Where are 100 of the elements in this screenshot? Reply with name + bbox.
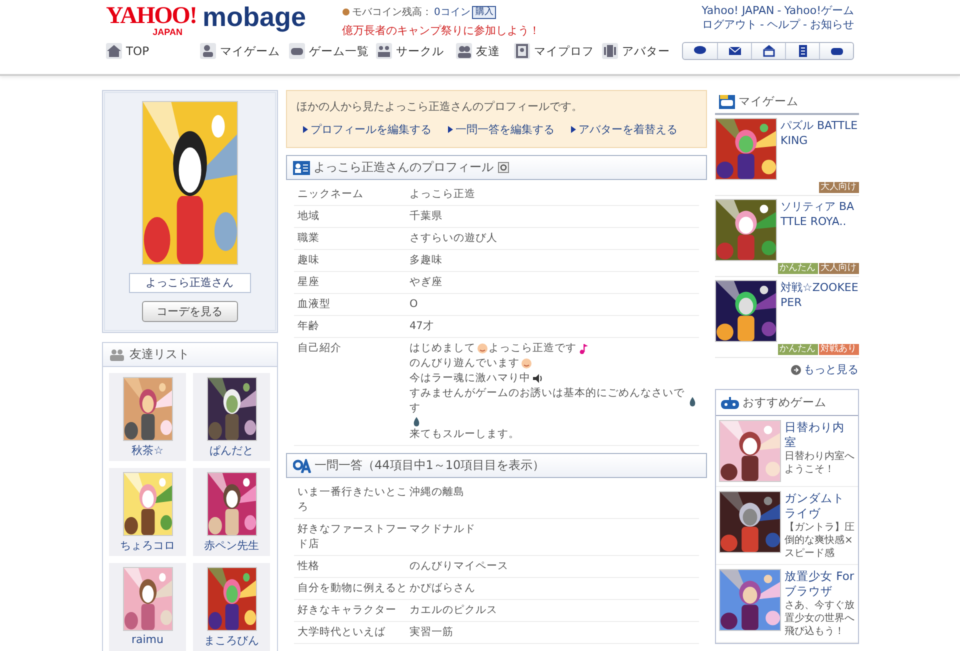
field-label: 職業 bbox=[298, 231, 320, 246]
game-tag: 大人向け bbox=[818, 263, 858, 274]
header-link[interactable]: お知らせ bbox=[810, 18, 854, 32]
field-value: 千葉県 bbox=[410, 209, 444, 224]
question-label: 大学時代といえば bbox=[298, 625, 386, 640]
section-title: 一問一答（44項目中1～10項目目を表示） bbox=[314, 457, 545, 474]
game-description: 【ガントラ】圧倒的な爽快感×スピード感 bbox=[784, 521, 854, 560]
nav-link[interactable]: 友達 bbox=[456, 43, 514, 59]
campaign-link[interactable]: 億万長者のキャンプ祭りに参加しよう！ bbox=[342, 23, 702, 38]
notice-text: ほかの人から見たよっこら正造さんのプロフィールです。 bbox=[296, 99, 584, 114]
game-title-link[interactable]: 日替わり内室 bbox=[784, 420, 854, 450]
smiley-icon bbox=[476, 343, 488, 354]
intro-text: のんびり遊んでいます bbox=[410, 356, 520, 371]
edit-link[interactable]: アバターを着替える bbox=[570, 122, 678, 137]
question-label: 自分を動物に例えると bbox=[298, 581, 408, 596]
friend-card[interactable]: まころびん bbox=[193, 563, 270, 651]
game-tag: 大人向け bbox=[818, 182, 858, 193]
intro-text: すみませんがゲームのお誘いは基本的にごめんなさいです bbox=[410, 386, 686, 416]
triangle-icon bbox=[570, 126, 576, 133]
game-description: さあ、今すぐ放置少女の世界へ飛び込もう！ bbox=[784, 599, 854, 638]
header-link[interactable]: ヘルプ bbox=[767, 18, 800, 32]
nav-link[interactable]: マイゲーム bbox=[200, 43, 289, 59]
game-description: 日替わり内室へようこそ！ bbox=[784, 450, 854, 476]
answer-value: 沖縄の離島 bbox=[410, 485, 466, 500]
panel-title: おすすめゲーム bbox=[742, 395, 826, 410]
qa-icon bbox=[292, 458, 310, 472]
friend-card[interactable]: ぱんだと bbox=[193, 373, 270, 461]
smiley-icon bbox=[520, 358, 532, 369]
section-title: よっこら正造さんのプロフィール bbox=[314, 159, 494, 176]
profile-card-icon bbox=[292, 160, 310, 174]
field-value: O bbox=[410, 297, 419, 312]
header-link[interactable]: Yahoo!ゲーム bbox=[784, 4, 854, 18]
game-title-link[interactable]: ガンダムトライヴ bbox=[784, 491, 854, 521]
game-title-link[interactable]: 対戦☆ZOOKEEPER bbox=[780, 280, 858, 342]
intro-text: はじめまして bbox=[410, 341, 476, 356]
question-label: 好きなファーストフード店 bbox=[298, 522, 408, 552]
field-label: 年齢 bbox=[298, 319, 320, 334]
nav-link[interactable]: ゲーム一覧 bbox=[289, 43, 376, 59]
field-label: 趣味 bbox=[298, 253, 320, 268]
edit-link[interactable]: プロフィールを編集する bbox=[302, 122, 432, 137]
game-tag: かんたん bbox=[778, 344, 818, 355]
board-icon bbox=[762, 45, 776, 57]
link-separator: - bbox=[760, 18, 764, 32]
answer-value: かぴばらさん bbox=[410, 581, 476, 596]
intro-text: 来てもスルーします。 bbox=[410, 427, 520, 442]
coin-icon bbox=[342, 8, 350, 16]
friend-card[interactable]: 赤ペン先生 bbox=[193, 468, 270, 556]
friend-card[interactable]: 秋茶☆ bbox=[109, 373, 186, 461]
game-title-link[interactable]: 放置少女 For ブラウザ bbox=[784, 569, 854, 599]
people-icon bbox=[456, 43, 472, 59]
link-separator: - bbox=[803, 18, 807, 32]
coin-label: モバコイン残高： bbox=[352, 6, 432, 19]
clothes-icon bbox=[602, 43, 618, 59]
buy-button[interactable]: 購入 bbox=[472, 6, 496, 18]
game-tag: かんたん bbox=[778, 263, 818, 274]
intro-text: 今はラー魂に激ハマり中 bbox=[410, 371, 530, 386]
field-value: 47才 bbox=[410, 319, 435, 334]
header-link[interactable]: ログアウト bbox=[702, 18, 758, 32]
answer-value: 実習一筋 bbox=[410, 625, 454, 640]
music-note-icon bbox=[578, 343, 588, 354]
coin-balance-link[interactable]: 0コイン bbox=[434, 5, 470, 19]
speaker-icon bbox=[532, 373, 542, 384]
field-value: 多趣味 bbox=[410, 253, 444, 268]
people-icon bbox=[200, 43, 216, 59]
refresh-icon[interactable] bbox=[498, 162, 508, 173]
game-title-link[interactable]: パズル BATTLE KING bbox=[780, 118, 858, 180]
panel-title: 友達リスト bbox=[130, 346, 190, 363]
field-value: よっこら正造 bbox=[410, 187, 476, 202]
mail-icon bbox=[728, 45, 742, 57]
nav-link[interactable]: アバター bbox=[602, 43, 672, 59]
profile-card-icon bbox=[514, 43, 530, 59]
japan-logo-text: JAPAN bbox=[152, 28, 182, 37]
nav-link[interactable]: マイプロフ bbox=[514, 43, 602, 59]
edit-link[interactable]: 一問一答を編集する bbox=[448, 122, 554, 137]
game-icon bbox=[718, 94, 734, 108]
nav-link[interactable]: TOP bbox=[106, 43, 200, 59]
field-label: 自己紹介 bbox=[298, 341, 342, 356]
field-label: 地域 bbox=[298, 209, 320, 224]
friend-card[interactable]: raimu bbox=[109, 563, 186, 651]
more-link[interactable]: もっと見る bbox=[790, 362, 858, 377]
friend-card[interactable]: ちょろコロ bbox=[109, 468, 186, 556]
header-link[interactable]: Yahoo! JAPAN bbox=[702, 4, 774, 18]
question-label: 性格 bbox=[298, 559, 320, 574]
arrow-circle-icon bbox=[790, 364, 800, 374]
people-icon bbox=[376, 43, 392, 59]
view-outfit-button[interactable]: コーデを見る bbox=[142, 301, 238, 322]
answer-value: のんびりマイペース bbox=[410, 559, 510, 574]
answer-value: マクドナルド bbox=[410, 522, 476, 537]
yahoo-logo[interactable]: YAHOO! bbox=[106, 4, 196, 28]
link-separator: - bbox=[777, 4, 782, 18]
people-icon bbox=[108, 348, 124, 360]
field-label: 星座 bbox=[298, 275, 320, 290]
game-title-link[interactable]: ソリティア BATTLE ROYA.. bbox=[780, 199, 858, 261]
field-label: 血液型 bbox=[298, 297, 332, 312]
panel-title: マイゲーム bbox=[738, 94, 798, 109]
field-value: やぎ座 bbox=[410, 275, 444, 290]
triangle-icon bbox=[448, 126, 452, 133]
mobage-logo[interactable]: mobage bbox=[202, 4, 306, 31]
triangle-icon bbox=[302, 126, 308, 133]
nav-link[interactable]: サークル bbox=[376, 43, 456, 59]
